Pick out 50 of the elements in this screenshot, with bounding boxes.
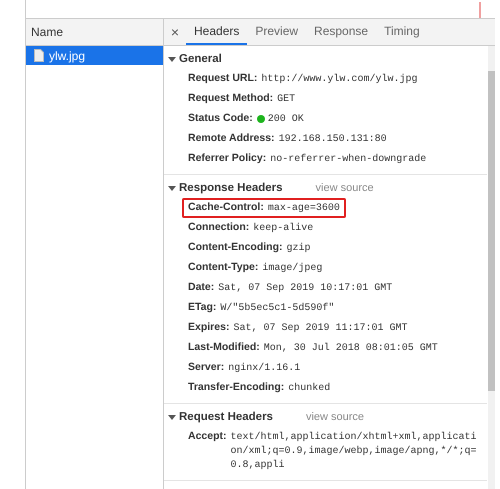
view-source-link[interactable]: view source bbox=[306, 411, 364, 423]
header-name: Content-Encoding: bbox=[188, 240, 282, 254]
section-title: Request Headers bbox=[179, 411, 273, 423]
header-name: ETag: bbox=[188, 300, 216, 314]
header-name: Accept: bbox=[188, 429, 227, 443]
header-value: GET bbox=[277, 93, 296, 107]
expanded-triangle-icon[interactable] bbox=[168, 55, 176, 63]
header-value: W/"5b5ec5c1-5d590f" bbox=[220, 302, 334, 316]
header-value: Mon, 30 Jul 2018 08:01:05 GMT bbox=[264, 342, 438, 356]
header-name: Referrer Policy: bbox=[188, 151, 266, 165]
column-header: Name bbox=[26, 19, 163, 46]
section-title: Response Headers bbox=[179, 182, 283, 194]
header-value: nginx/1.16.1 bbox=[228, 362, 300, 376]
header-name: Status Code: bbox=[188, 111, 253, 125]
scrollbar[interactable] bbox=[488, 46, 495, 489]
tab[interactable]: Preview bbox=[247, 19, 306, 45]
header-name: Expires: bbox=[188, 320, 230, 334]
header-value: keep-alive bbox=[253, 222, 314, 236]
request-row[interactable]: ylw.jpg bbox=[26, 46, 163, 65]
tab[interactable]: Headers bbox=[186, 19, 248, 45]
header-value: image/jpeg bbox=[262, 262, 322, 276]
tab[interactable]: Response bbox=[306, 19, 376, 45]
file-icon bbox=[34, 49, 44, 62]
view-source-link[interactable]: view source bbox=[316, 182, 374, 194]
expanded-triangle-icon[interactable] bbox=[168, 413, 176, 421]
header-name: Last-Modified: bbox=[188, 340, 260, 354]
header-name: Cache-Control: bbox=[188, 200, 264, 214]
header-value: http://www.ylw.com/ylw.jpg bbox=[261, 73, 418, 87]
header-name: Remote Address: bbox=[188, 131, 275, 145]
header-name: Server: bbox=[188, 360, 224, 374]
header-value: no-referrer-when-downgrade bbox=[270, 153, 426, 167]
header-value: Sat, 07 Sep 2019 10:17:01 GMT bbox=[218, 282, 392, 296]
header-value: 200 OK bbox=[268, 113, 304, 127]
header-value: max-age=3600 bbox=[268, 202, 340, 216]
close-button[interactable]: × bbox=[164, 19, 186, 45]
status-dot-icon bbox=[256, 115, 265, 123]
header-name: Request URL: bbox=[188, 71, 258, 85]
header-name: Content-Type: bbox=[188, 260, 258, 274]
header-value: text/html,application/xhtml+xml,application/xml;q=0.9,image/webp,image/apng,*/*;q=0.8,appli bbox=[230, 431, 478, 473]
header-value: chunked bbox=[288, 382, 330, 396]
header-value: gzip bbox=[286, 242, 310, 256]
header-value: 192.168.150.131:80 bbox=[278, 133, 387, 147]
tab[interactable]: Timing bbox=[376, 19, 428, 45]
header-name: Date: bbox=[188, 280, 214, 294]
section-title: General bbox=[179, 53, 222, 65]
header-name: Transfer-Encoding: bbox=[188, 380, 284, 394]
expanded-triangle-icon[interactable] bbox=[168, 184, 176, 192]
header-name: Connection: bbox=[188, 220, 250, 234]
header-name: Request Method: bbox=[188, 91, 274, 105]
header-value: Sat, 07 Sep 2019 11:17:01 GMT bbox=[233, 322, 408, 336]
